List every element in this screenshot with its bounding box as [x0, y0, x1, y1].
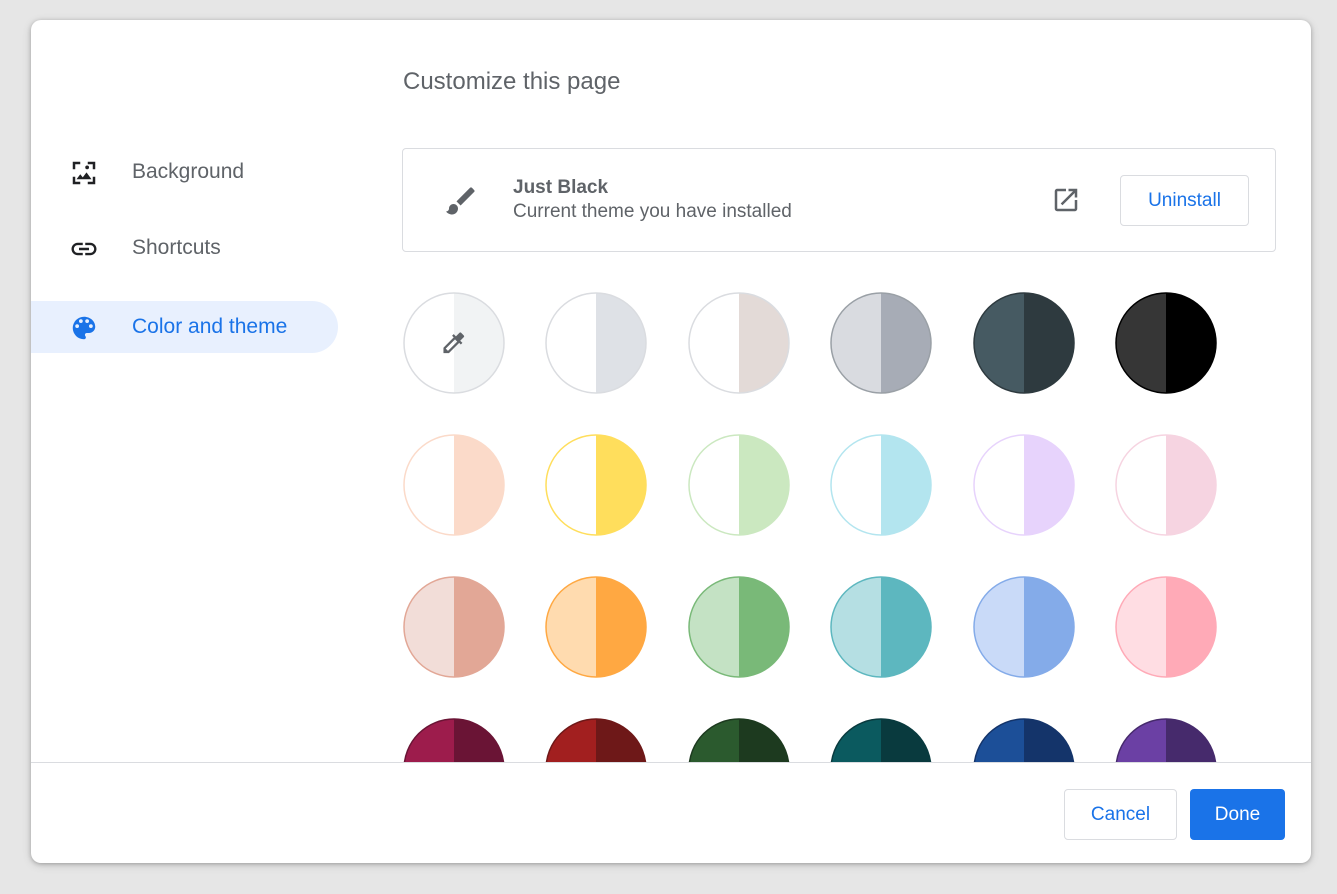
color-swatch[interactable] — [830, 434, 932, 536]
color-swatch[interactable] — [1115, 576, 1217, 678]
custom-color-swatch[interactable] — [403, 292, 505, 394]
color-swatch[interactable] — [403, 718, 505, 762]
color-swatch[interactable] — [545, 718, 647, 762]
color-swatch[interactable] — [973, 576, 1075, 678]
color-swatch[interactable] — [688, 576, 790, 678]
color-swatch[interactable] — [545, 576, 647, 678]
palette-icon — [72, 316, 96, 340]
theme-name: Just Black — [513, 177, 609, 198]
color-swatch[interactable] — [1115, 434, 1217, 536]
customize-dialog: Customize this page Background Shortcuts… — [31, 20, 1311, 863]
color-swatch[interactable] — [403, 576, 505, 678]
sidebar-item-label: Background — [132, 160, 245, 183]
paintbrush-icon — [446, 187, 475, 215]
done-button[interactable]: Done — [1190, 789, 1285, 840]
color-swatch-grid — [31, 20, 1311, 762]
uninstall-button[interactable]: Uninstall — [1120, 175, 1249, 226]
color-swatch[interactable] — [688, 718, 790, 762]
color-swatch[interactable] — [1115, 718, 1217, 762]
color-swatch[interactable] — [545, 434, 647, 536]
color-swatch[interactable] — [1115, 292, 1217, 394]
color-swatch[interactable] — [403, 434, 505, 536]
current-theme-card: Just Black Current theme you have instal… — [402, 148, 1276, 252]
background-image-icon — [72, 161, 96, 185]
footer-divider — [31, 762, 1311, 763]
color-swatch[interactable] — [973, 292, 1075, 394]
cancel-button[interactable]: Cancel — [1064, 789, 1177, 840]
color-swatch[interactable] — [688, 292, 790, 394]
theme-description: Current theme you have installed — [513, 201, 792, 222]
link-icon — [71, 242, 97, 256]
color-swatch[interactable] — [688, 434, 790, 536]
color-swatch[interactable] — [830, 718, 932, 762]
sidebar-item-shortcuts[interactable]: Shortcuts — [31, 222, 338, 274]
sidebar-item-label: Color and theme — [132, 315, 288, 338]
open-in-new-icon[interactable] — [1051, 185, 1081, 215]
color-swatch[interactable] — [830, 292, 932, 394]
color-swatch[interactable] — [545, 292, 647, 394]
sidebar-item-background[interactable]: Background — [31, 146, 338, 198]
sidebar-item-label: Shortcuts — [132, 236, 221, 259]
sidebar-item-color-and-theme[interactable]: Color and theme — [31, 301, 338, 353]
dialog-title: Customize this page — [403, 68, 621, 95]
color-swatch[interactable] — [830, 576, 932, 678]
color-swatch[interactable] — [973, 434, 1075, 536]
color-swatch[interactable] — [973, 718, 1075, 762]
